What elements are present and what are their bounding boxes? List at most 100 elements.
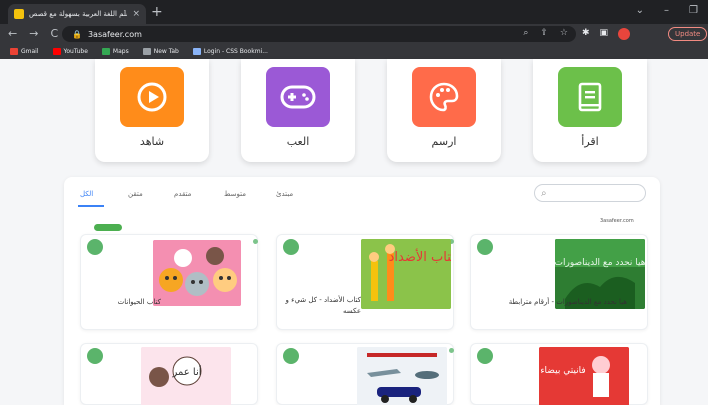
- books-panel: الكل متقن متقدم متوسط مبتدئ ⌕ 3asafeer.c…: [64, 177, 660, 405]
- book-cover: كتاب الأضداد: [361, 239, 451, 309]
- filter-all[interactable]: الكل: [80, 190, 93, 198]
- sidepanel-icon[interactable]: ▣: [600, 28, 609, 40]
- book-card-girl[interactable]: أنا عمر: [80, 343, 258, 405]
- category-label: ارسم: [431, 135, 457, 148]
- draw-tile: [412, 67, 476, 127]
- category-label: شاهد: [139, 135, 165, 148]
- window-controls: ⌄ – ❐: [636, 5, 698, 16]
- minimize-icon[interactable]: –: [664, 5, 669, 16]
- level-filters: الكل متقن متقدم متوسط مبتدئ: [78, 190, 298, 204]
- girl-cover-art: أنا عمر: [141, 347, 231, 405]
- vehicles-cover-art: [357, 347, 447, 405]
- active-filter-underline: [78, 205, 104, 207]
- lock-icon: 🔒: [72, 29, 82, 39]
- search-input[interactable]: ⌕: [534, 184, 646, 202]
- book-cover: [153, 240, 241, 306]
- filter-beginner[interactable]: مبتدئ: [276, 190, 293, 198]
- cover-title: هيا نحدد مع الديناصورات: [555, 258, 645, 268]
- book-cover: فانيتي بيضاء: [539, 347, 629, 405]
- url-field[interactable]: 🔒 3asafeer.com ⌕ ⇪ ☆: [62, 26, 576, 42]
- status-icon: [87, 239, 103, 255]
- avatar[interactable]: [618, 28, 631, 40]
- bookmark-label: New Tab: [153, 48, 179, 55]
- extensions: ✱ ▣: [582, 28, 631, 40]
- omnibox-tools: ⌕ ⇪ ☆: [523, 28, 568, 38]
- puzzle-icon[interactable]: ✱: [582, 28, 590, 40]
- filter-advanced[interactable]: متقدم: [174, 190, 191, 198]
- opposites-cover-art: كتاب الأضداد: [361, 239, 451, 309]
- bookmark-item[interactable]: YouTube: [52, 48, 88, 55]
- bookmarks-bar: Gmail YouTube Maps New Tab Login - CSS B…: [0, 44, 708, 59]
- browser-tabbar: تعلّم اللغة العربية بسهولة مع قصص × + ⌄ …: [0, 0, 708, 24]
- category-read[interactable]: اقرأ: [533, 59, 647, 162]
- tab-close-icon[interactable]: ×: [132, 9, 140, 19]
- category-label: العب: [286, 135, 310, 148]
- category-watch[interactable]: شاهد: [95, 59, 209, 162]
- status-icon: [87, 348, 103, 364]
- search-icon[interactable]: ⌕: [523, 28, 528, 38]
- forward-icon[interactable]: →: [29, 27, 38, 40]
- book-title: كتاب الحيوانات: [117, 298, 161, 306]
- book-title: هيا نحدد مع الديناصورات - أرقام مترابطة: [508, 298, 627, 306]
- status-icon: [283, 239, 299, 255]
- book-cover: أنا عمر: [141, 347, 231, 405]
- cover-title: كتاب الأضداد: [389, 248, 451, 265]
- url-text: 3asafeer.com: [87, 29, 142, 39]
- bookmark-item[interactable]: Gmail: [10, 48, 39, 55]
- bookmark-item[interactable]: New Tab: [142, 48, 179, 55]
- read-tile: [558, 67, 622, 127]
- maps-icon: [101, 48, 110, 55]
- chevron-down-icon[interactable]: ⌄: [636, 5, 644, 16]
- bookmark-item[interactable]: Login - CSS Bookmi...: [192, 48, 268, 55]
- login-icon: [192, 48, 201, 55]
- status-dot: [253, 239, 258, 244]
- star-icon[interactable]: ☆: [560, 28, 568, 38]
- book-title: كتاب الأضداد - كل شيء و عكسه: [285, 296, 361, 315]
- nav-buttons: ← → C: [8, 27, 58, 40]
- filter-mastered[interactable]: متقن: [128, 190, 143, 198]
- book-icon: [578, 82, 602, 112]
- bookmark-label: Gmail: [21, 48, 39, 55]
- source-label: 3asafeer.com: [600, 218, 634, 224]
- watch-tile: [120, 67, 184, 127]
- status-icon: [283, 348, 299, 364]
- status-dot: [449, 348, 454, 353]
- globe-icon: [142, 48, 151, 55]
- reload-icon[interactable]: C: [50, 27, 58, 40]
- book-card-dinosaurs[interactable]: هيا نحدد مع الديناصورات هيا نحدد مع الدي…: [470, 234, 648, 330]
- red-cover-art: فانيتي بيضاء: [539, 347, 629, 405]
- cover-title: فانيتي بيضاء: [540, 366, 585, 376]
- page-content: شاهد العب ارسم اقرأ الكل متقن متقدم متوس…: [0, 59, 708, 405]
- status-icon: [477, 348, 493, 364]
- animals-cover-art: [153, 240, 241, 306]
- book-cover: [357, 347, 447, 405]
- browser-tab[interactable]: تعلّم اللغة العربية بسهولة مع قصص ×: [8, 4, 146, 24]
- status-badge: [94, 224, 122, 231]
- tab-title: تعلّم اللغة العربية بسهولة مع قصص: [29, 10, 128, 18]
- book-card-vehicles[interactable]: [276, 343, 454, 405]
- bookmark-label: YouTube: [63, 48, 88, 55]
- back-icon[interactable]: ←: [8, 27, 17, 40]
- book-card-red[interactable]: فانيتي بيضاء: [470, 343, 648, 405]
- new-tab-button[interactable]: +: [151, 5, 163, 19]
- share-icon[interactable]: ⇪: [540, 28, 548, 38]
- category-label: اقرأ: [581, 135, 599, 148]
- book-card-opposites[interactable]: كتاب الأضداد كتاب الأضداد - كل شيء و عكس…: [276, 234, 454, 330]
- search-icon: ⌕: [541, 187, 547, 199]
- status-icon: [477, 239, 493, 255]
- gamepad-icon: [280, 85, 316, 109]
- update-button[interactable]: Update: [668, 27, 708, 41]
- address-bar: ← → C 🔒 3asafeer.com ⌕ ⇪ ☆ ✱ ▣ Update: [0, 24, 708, 44]
- filter-intermediate[interactable]: متوسط: [224, 190, 246, 198]
- book-card-animals[interactable]: كتاب الحيوانات: [80, 234, 258, 330]
- bookmark-item[interactable]: Maps: [101, 48, 129, 55]
- palette-icon: [429, 82, 459, 112]
- category-play[interactable]: العب: [241, 59, 355, 162]
- play-icon: [137, 82, 167, 112]
- play-tile: [266, 67, 330, 127]
- maximize-icon[interactable]: ❐: [689, 5, 698, 16]
- bookmark-label: Login - CSS Bookmi...: [203, 48, 268, 55]
- gmail-icon: [10, 48, 18, 55]
- category-draw[interactable]: ارسم: [387, 59, 501, 162]
- bookmark-label: Maps: [112, 48, 129, 55]
